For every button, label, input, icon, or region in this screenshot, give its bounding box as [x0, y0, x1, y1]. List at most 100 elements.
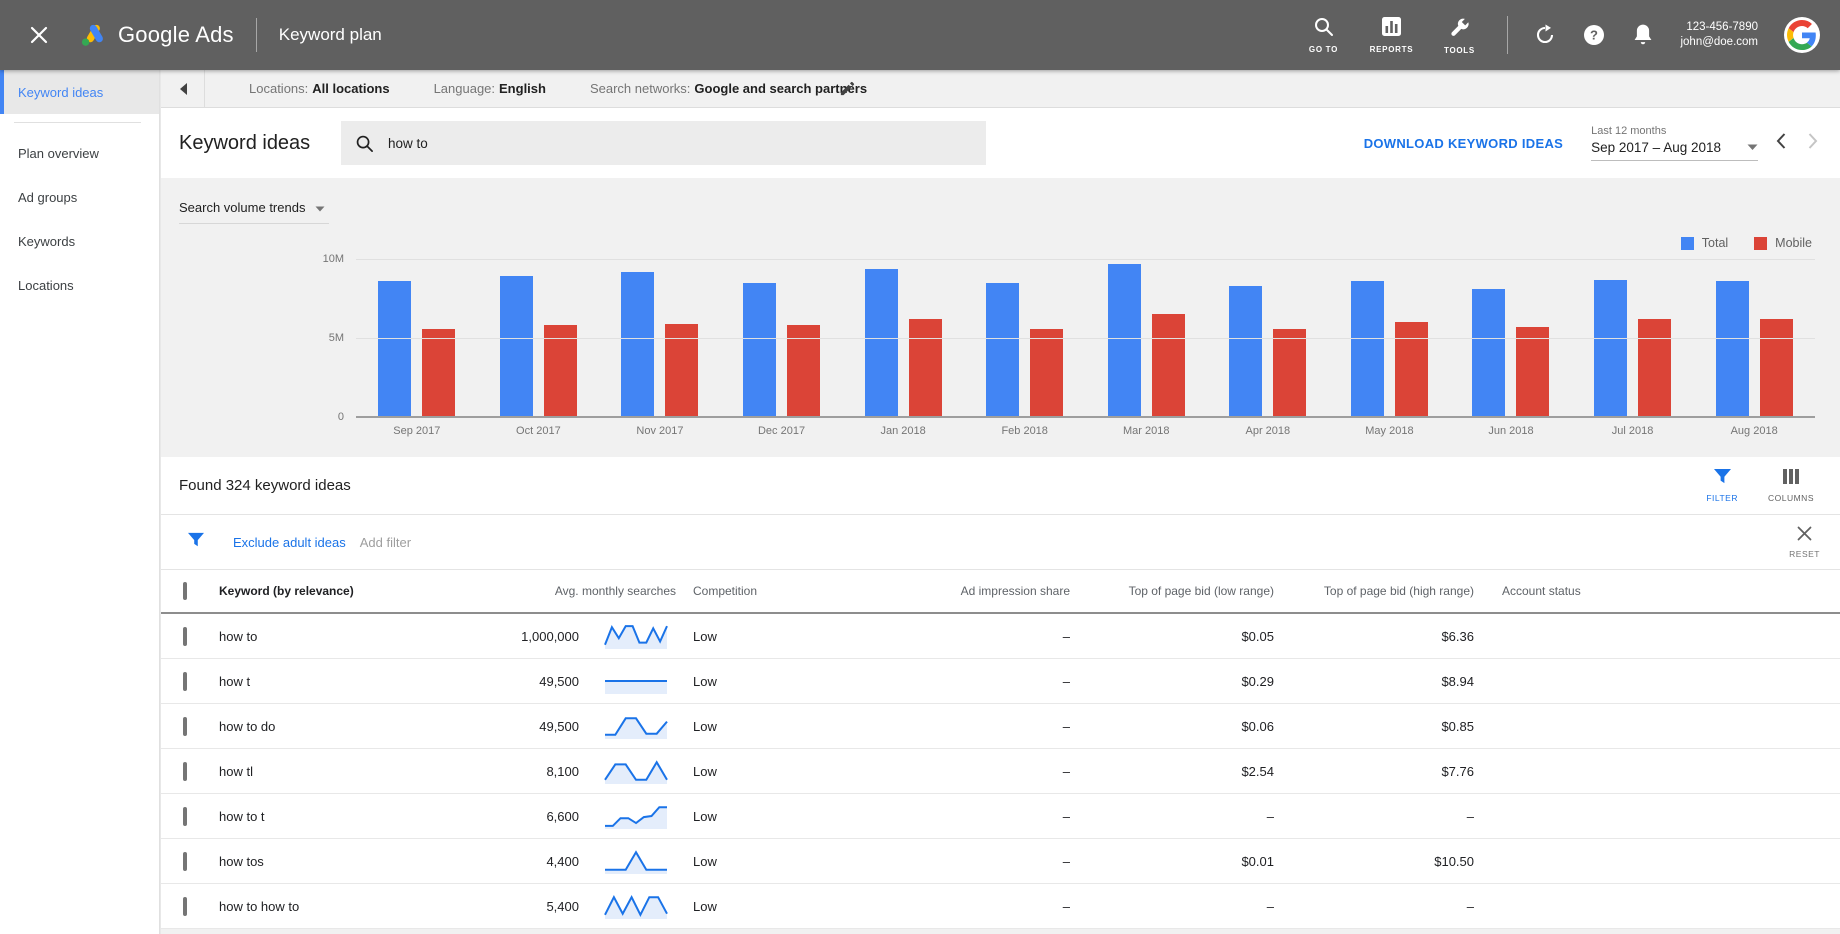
- bar-mobile-may-2018[interactable]: [1395, 322, 1428, 417]
- bar-mobile-apr-2018[interactable]: [1273, 329, 1306, 418]
- keyword-search-input[interactable]: [388, 136, 972, 151]
- select-all-checkbox[interactable]: [183, 582, 187, 600]
- sidebar-item-keyword-ideas[interactable]: Keyword ideas: [0, 70, 159, 114]
- bar-total-jul-2018[interactable]: [1594, 280, 1627, 418]
- bid-low-cell: $0.01: [1078, 854, 1282, 869]
- bar-mobile-mar-2018[interactable]: [1152, 314, 1185, 417]
- ad-impression-share-cell: –: [833, 629, 1078, 644]
- account-email: john@doe.com: [1680, 35, 1758, 50]
- add-filter-input[interactable]: Add filter: [360, 535, 411, 550]
- gridline-5M: [356, 338, 1815, 339]
- close-icon[interactable]: [26, 22, 52, 48]
- col-header-ad-impression-share[interactable]: Ad impression share: [833, 584, 1078, 598]
- bar-total-nov-2017[interactable]: [621, 272, 654, 417]
- sidebar-item-plan-overview[interactable]: Plan overview: [0, 131, 159, 175]
- topbar-nav-tools[interactable]: TOOLS: [1437, 16, 1481, 55]
- bar-mobile-feb-2018[interactable]: [1030, 329, 1063, 418]
- row-checkbox[interactable]: [183, 672, 187, 691]
- collapse-panel-button[interactable]: [161, 70, 205, 107]
- bar-mobile-jan-2018[interactable]: [909, 319, 942, 417]
- setting-locations[interactable]: Locations:All locations: [249, 81, 390, 96]
- bar-mobile-dec-2017[interactable]: [787, 325, 820, 417]
- keyword-cell: how t: [209, 674, 469, 689]
- download-keyword-ideas-button[interactable]: DOWNLOAD KEYWORD IDEAS: [1364, 136, 1563, 151]
- date-range-value: Sep 2017 – Aug 2018: [1591, 140, 1721, 155]
- brand-name: Google Ads: [118, 22, 234, 48]
- row-checkbox[interactable]: [183, 762, 187, 781]
- notifications-icon[interactable]: [1632, 23, 1654, 47]
- bid-high-cell: $7.76: [1282, 764, 1482, 779]
- x-axis-label-may-2018: May 2018: [1329, 425, 1451, 437]
- bar-mobile-sep-2017[interactable]: [422, 329, 455, 418]
- tools-icon: [1448, 16, 1470, 43]
- next-period-icon[interactable]: [1808, 133, 1818, 153]
- avatar[interactable]: [1784, 17, 1820, 53]
- gridline-10M: [356, 259, 1815, 260]
- setting-language[interactable]: Language:English: [434, 81, 546, 96]
- bar-total-feb-2018[interactable]: [986, 283, 1019, 417]
- bid-low-cell: $0.29: [1078, 674, 1282, 689]
- bar-total-may-2018[interactable]: [1351, 281, 1384, 417]
- topbar-divider: [1507, 16, 1508, 54]
- previous-period-icon[interactable]: [1776, 133, 1786, 153]
- bar-total-dec-2017[interactable]: [743, 283, 776, 417]
- row-checkbox[interactable]: [183, 807, 187, 826]
- bar-total-apr-2018[interactable]: [1229, 286, 1262, 417]
- keyword-search-box[interactable]: [341, 121, 986, 165]
- bar-mobile-oct-2017[interactable]: [544, 325, 577, 417]
- col-header-keyword[interactable]: Keyword (by relevance): [209, 584, 469, 598]
- bar-mobile-aug-2018[interactable]: [1760, 319, 1793, 417]
- bar-total-jan-2018[interactable]: [865, 269, 898, 418]
- row-checkbox[interactable]: [183, 717, 187, 736]
- chart-type-dropdown[interactable]: Search volume trends: [179, 200, 329, 224]
- bid-low-cell: $2.54: [1078, 764, 1282, 779]
- table-row-how-to-do: how to do49,500Low–$0.06$0.85: [161, 704, 1840, 749]
- sidebar-item-keywords[interactable]: Keywords: [0, 219, 159, 263]
- ad-impression-share-cell: –: [833, 809, 1078, 824]
- x-axis-label-jul-2018: Jul 2018: [1572, 425, 1694, 437]
- bid-low-cell: $0.06: [1078, 719, 1282, 734]
- bar-total-sep-2017[interactable]: [378, 281, 411, 417]
- bar-total-mar-2018[interactable]: [1108, 264, 1141, 417]
- exclude-adult-ideas-filter[interactable]: Exclude adult ideas: [233, 535, 346, 550]
- bar-total-oct-2017[interactable]: [500, 276, 533, 417]
- competition-cell: Low: [693, 854, 833, 869]
- keyword-ideas-header: Keyword ideas DOWNLOAD KEYWORD IDEAS Las…: [161, 108, 1840, 178]
- refresh-icon[interactable]: [1534, 24, 1556, 46]
- filter-button[interactable]: FILTER: [1706, 468, 1738, 503]
- setting-search-networks[interactable]: Search networks:Google and search partne…: [590, 81, 867, 96]
- ad-impression-share-cell: –: [833, 899, 1078, 914]
- keyword-cell: how to do: [209, 719, 469, 734]
- chart-plot-area: 10M5M0: [356, 259, 1815, 417]
- topbar-nav-reports[interactable]: REPORTS: [1369, 16, 1413, 55]
- col-header-top-of-page-bid-low[interactable]: Top of page bid (low range): [1078, 584, 1282, 598]
- bar-mobile-jun-2018[interactable]: [1516, 327, 1549, 417]
- topbar-divider: [256, 18, 257, 52]
- col-header-top-of-page-bid-high[interactable]: Top of page bid (high range): [1282, 584, 1482, 598]
- edit-settings-icon[interactable]: [839, 70, 856, 107]
- topbar-nav-go-to[interactable]: GO TO: [1301, 16, 1345, 55]
- search-icon: [355, 134, 374, 153]
- bid-high-cell: –: [1282, 899, 1482, 914]
- search-volume-chart: Search volume trends TotalMobile 10M5M0 …: [161, 178, 1840, 457]
- row-checkbox[interactable]: [183, 627, 187, 646]
- col-header-avg-monthly-searches[interactable]: Avg. monthly searches: [469, 584, 693, 598]
- bar-mobile-jul-2018[interactable]: [1638, 319, 1671, 417]
- col-header-account-status[interactable]: Account status: [1482, 584, 1840, 598]
- y-axis-tick-0: 0: [338, 411, 344, 423]
- columns-button[interactable]: COLUMNS: [1768, 468, 1814, 503]
- col-header-competition[interactable]: Competition: [693, 584, 833, 598]
- top-app-bar: Google Ads Keyword plan GO TOREPORTSTOOL…: [0, 0, 1840, 70]
- date-range-select[interactable]: Last 12 months Sep 2017 – Aug 2018: [1591, 125, 1758, 161]
- help-icon[interactable]: ?: [1582, 23, 1606, 47]
- sidebar-item-ad-groups[interactable]: Ad groups: [0, 175, 159, 219]
- search-trend-sparkline: [579, 802, 693, 830]
- row-checkbox[interactable]: [183, 852, 187, 871]
- bar-total-aug-2018[interactable]: [1716, 281, 1749, 417]
- bar-total-jun-2018[interactable]: [1472, 289, 1505, 417]
- avg-monthly-searches-cell: 4,400: [469, 854, 579, 869]
- keyword-cell: how tl: [209, 764, 469, 779]
- sidebar-item-locations[interactable]: Locations: [0, 263, 159, 307]
- reset-filters-button[interactable]: RESET: [1789, 526, 1820, 559]
- row-checkbox[interactable]: [183, 897, 187, 916]
